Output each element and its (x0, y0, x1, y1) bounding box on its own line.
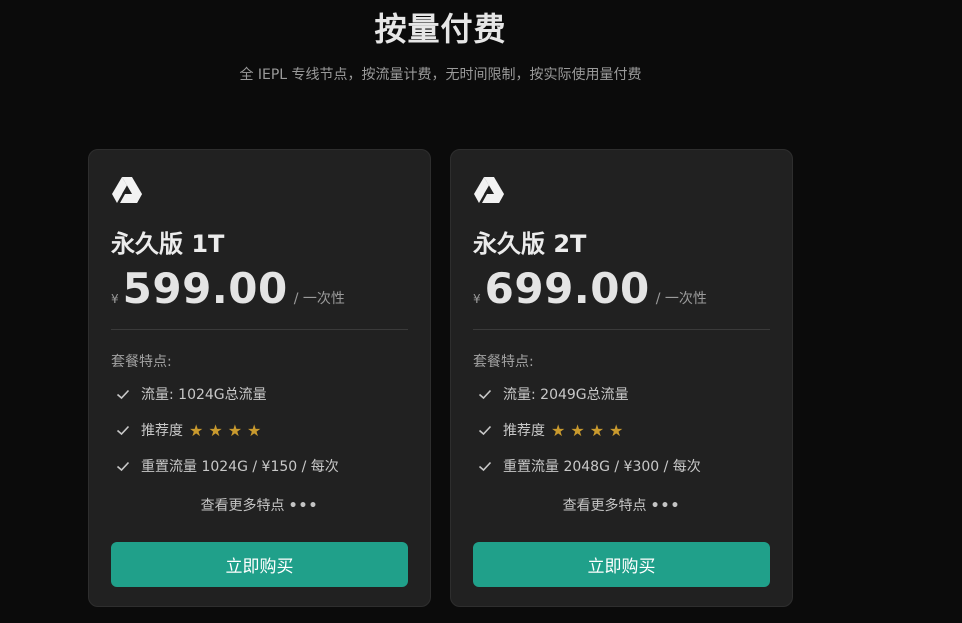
pricing-page: 按量付费 全 IEPL 专线节点，按流量计费，无时间限制，按实际使用量付费 永久… (0, 0, 962, 623)
buy-button[interactable]: 立即购买 (111, 542, 408, 587)
feature-item: 重置流量 2048G / ¥300 / 每次 (477, 456, 701, 476)
plan-name: 永久版 1T (111, 230, 225, 258)
more-features-link[interactable]: 查看更多特点 ••• (451, 495, 792, 515)
more-features-label: 查看更多特点 (200, 498, 285, 514)
price-amount: 699.00 (484, 264, 650, 313)
more-dots-icon: ••• (650, 498, 681, 514)
feature-text: 重置流量 2048G / ¥300 / 每次 (503, 459, 701, 475)
price-period: / 一次性 (655, 291, 707, 307)
divider (111, 329, 408, 330)
drive-triangle-icon (474, 177, 504, 203)
rating-stars: ★★★★ (189, 420, 267, 440)
more-features-label: 查看更多特点 (562, 498, 647, 514)
buy-button[interactable]: 立即购买 (473, 542, 770, 587)
feature-item: 推荐度 ★★★★ (115, 420, 266, 440)
feature-text: 流量: 2049G总流量 (503, 387, 629, 403)
feature-text: 推荐度 (503, 423, 545, 439)
price: ¥ 699.00 / 一次性 (473, 264, 707, 313)
features-heading: 套餐特点: (111, 354, 172, 370)
page-subtitle: 全 IEPL 专线节点，按流量计费，无时间限制，按实际使用量付费 (239, 67, 642, 83)
check-icon (116, 389, 130, 400)
currency-symbol: ¥ (111, 292, 119, 306)
check-icon (116, 461, 130, 472)
check-icon (478, 425, 492, 436)
more-dots-icon: ••• (288, 498, 319, 514)
price-period: / 一次性 (293, 291, 345, 307)
check-icon (116, 425, 130, 436)
check-icon (478, 461, 492, 472)
feature-item: 流量: 2049G总流量 (477, 384, 629, 404)
price-amount: 599.00 (122, 264, 288, 313)
currency-symbol: ¥ (473, 292, 481, 306)
plan-name: 永久版 2T (473, 230, 587, 258)
features-heading: 套餐特点: (473, 354, 534, 370)
plan-card: 永久版 2T ¥ 699.00 / 一次性 套餐特点: 流量: 2049G总流量… (450, 149, 793, 607)
feature-item: 推荐度 ★★★★ (477, 420, 628, 440)
drive-triangle-icon (112, 177, 142, 203)
plan-card: 永久版 1T ¥ 599.00 / 一次性 套餐特点: 流量: 1024G总流量… (88, 149, 431, 607)
check-icon (478, 389, 492, 400)
price: ¥ 599.00 / 一次性 (111, 264, 345, 313)
page-title: 按量付费 (374, 10, 507, 48)
more-features-link[interactable]: 查看更多特点 ••• (89, 495, 430, 515)
rating-stars: ★★★★ (551, 420, 629, 440)
feature-text: 推荐度 (141, 423, 183, 439)
feature-text: 重置流量 1024G / ¥150 / 每次 (141, 459, 339, 475)
feature-item: 流量: 1024G总流量 (115, 384, 267, 404)
divider (473, 329, 770, 330)
feature-item: 重置流量 1024G / ¥150 / 每次 (115, 456, 339, 476)
feature-text: 流量: 1024G总流量 (141, 387, 267, 403)
